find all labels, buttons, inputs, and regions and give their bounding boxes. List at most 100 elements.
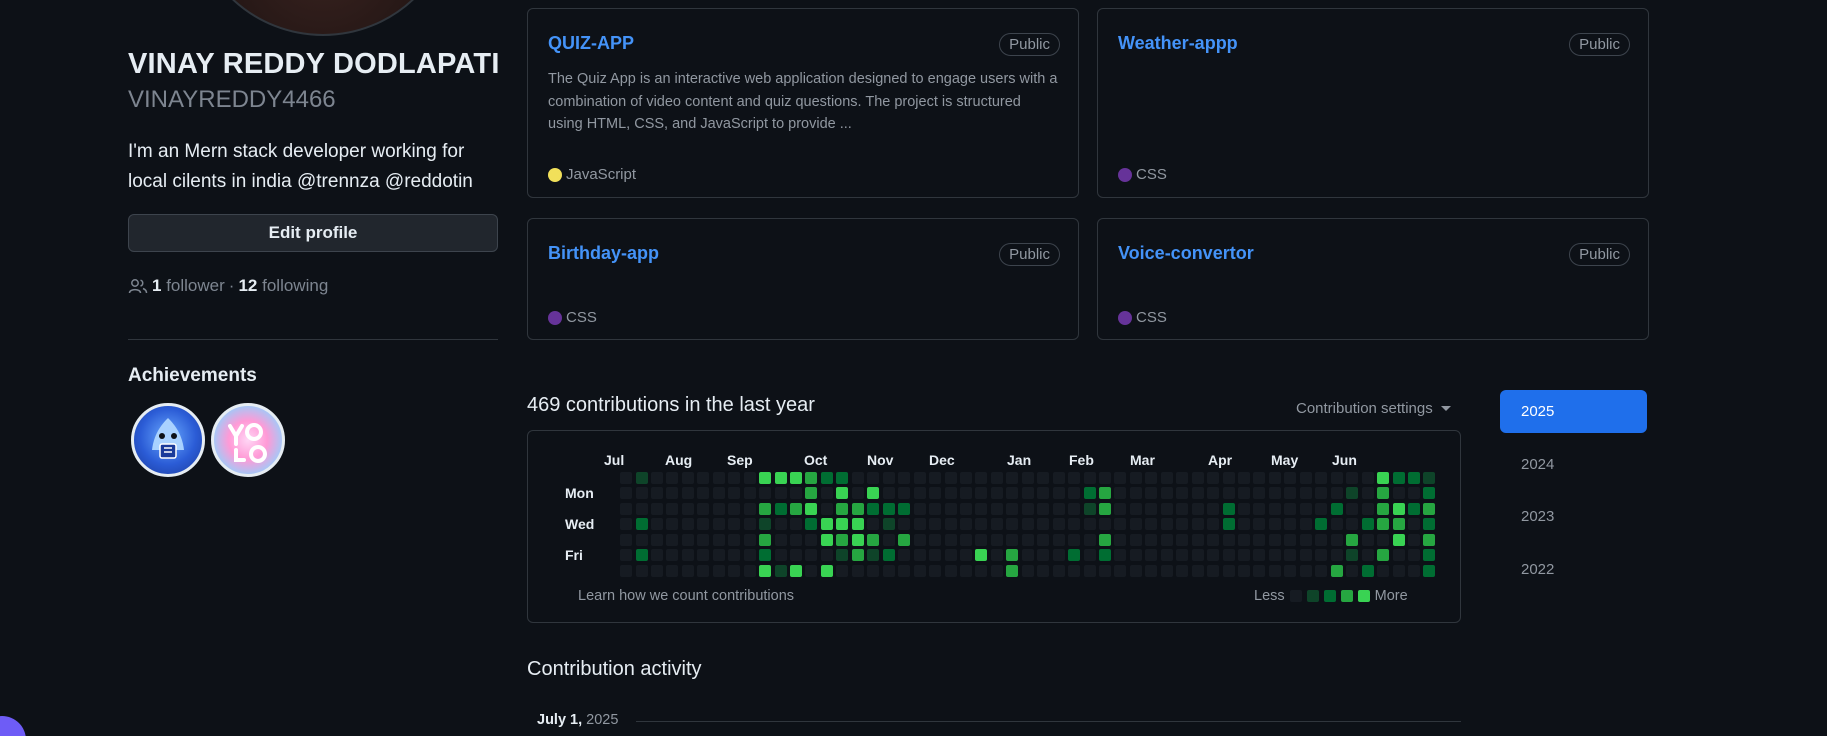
- contribution-day-cell[interactable]: [635, 533, 648, 546]
- contribution-day-cell[interactable]: [1006, 518, 1019, 531]
- contribution-day-cell[interactable]: [975, 472, 988, 484]
- contribution-day-cell[interactable]: [836, 564, 849, 577]
- contribution-day-cell[interactable]: [836, 533, 849, 546]
- contribution-day-cell[interactable]: [882, 518, 895, 531]
- contribution-day-cell[interactable]: [712, 564, 725, 577]
- repo-name-link[interactable]: QUIZ-APP: [548, 33, 634, 54]
- contribution-day-cell[interactable]: [774, 502, 787, 515]
- contribution-day-cell[interactable]: [650, 518, 663, 531]
- contribution-day-cell[interactable]: [851, 472, 864, 484]
- year-button-2023[interactable]: 2023: [1500, 495, 1647, 538]
- contribution-day-cell[interactable]: [805, 502, 818, 515]
- contribution-day-cell[interactable]: [836, 549, 849, 562]
- contribution-day-cell[interactable]: [975, 549, 988, 562]
- contribution-day-cell[interactable]: [712, 472, 725, 484]
- contribution-day-cell[interactable]: [650, 549, 663, 562]
- contribution-day-cell[interactable]: [1160, 487, 1173, 500]
- contribution-day-cell[interactable]: [1284, 472, 1297, 484]
- contribution-day-cell[interactable]: [1006, 549, 1019, 562]
- contribution-day-cell[interactable]: [1145, 549, 1158, 562]
- contribution-day-cell[interactable]: [1052, 564, 1065, 577]
- contribution-day-cell[interactable]: [1377, 549, 1389, 562]
- contribution-day-cell[interactable]: [759, 487, 771, 500]
- contribution-day-cell[interactable]: [1284, 502, 1297, 515]
- contribution-day-cell[interactable]: [1407, 533, 1420, 546]
- contribution-day-cell[interactable]: [929, 533, 941, 546]
- contribution-day-cell[interactable]: [1238, 518, 1250, 531]
- contribution-day-cell[interactable]: [1346, 518, 1359, 531]
- contribution-day-cell[interactable]: [1268, 564, 1281, 577]
- contribution-day-cell[interactable]: [1160, 549, 1173, 562]
- contribution-day-cell[interactable]: [1423, 518, 1436, 531]
- contribution-day-cell[interactable]: [1222, 487, 1235, 500]
- contribution-day-cell[interactable]: [1083, 487, 1096, 500]
- contribution-day-cell[interactable]: [975, 487, 988, 500]
- contribution-day-cell[interactable]: [1377, 533, 1389, 546]
- contribution-day-cell[interactable]: [1315, 472, 1328, 484]
- contribution-day-cell[interactable]: [774, 564, 787, 577]
- contribution-day-cell[interactable]: [1068, 472, 1080, 484]
- contribution-day-cell[interactable]: [681, 502, 694, 515]
- contribution-day-cell[interactable]: [1068, 549, 1080, 562]
- year-button-2024[interactable]: 2024: [1500, 443, 1647, 486]
- contribution-day-cell[interactable]: [851, 502, 864, 515]
- contribution-day-cell[interactable]: [666, 549, 679, 562]
- contribution-day-cell[interactable]: [820, 502, 833, 515]
- contribution-day-cell[interactable]: [774, 518, 787, 531]
- contribution-day-cell[interactable]: [1392, 502, 1405, 515]
- contribution-day-cell[interactable]: [1346, 549, 1359, 562]
- contribution-day-cell[interactable]: [959, 472, 972, 484]
- contribution-day-cell[interactable]: [990, 549, 1003, 562]
- contribution-day-cell[interactable]: [790, 472, 802, 484]
- contribution-day-cell[interactable]: [1052, 502, 1065, 515]
- contribution-day-cell[interactable]: [1284, 549, 1297, 562]
- contribution-day-cell[interactable]: [1377, 487, 1389, 500]
- contribution-day-cell[interactable]: [1099, 502, 1111, 515]
- contribution-day-cell[interactable]: [1207, 472, 1220, 484]
- contribution-day-cell[interactable]: [697, 472, 710, 484]
- contribution-settings-dropdown[interactable]: Contribution settings: [1296, 400, 1451, 417]
- contribution-day-cell[interactable]: [975, 518, 988, 531]
- contribution-day-cell[interactable]: [1423, 564, 1436, 577]
- contribution-day-cell[interactable]: [1083, 472, 1096, 484]
- contribution-day-cell[interactable]: [1006, 502, 1019, 515]
- contribution-day-cell[interactable]: [1330, 502, 1343, 515]
- contribution-day-cell[interactable]: [712, 533, 725, 546]
- contribution-day-cell[interactable]: [1268, 549, 1281, 562]
- contribution-day-cell[interactable]: [1083, 564, 1096, 577]
- contribution-day-cell[interactable]: [1238, 533, 1250, 546]
- contribution-day-cell[interactable]: [1068, 518, 1080, 531]
- contribution-day-cell[interactable]: [959, 549, 972, 562]
- contribution-day-cell[interactable]: [1284, 564, 1297, 577]
- contribution-day-cell[interactable]: [1268, 502, 1281, 515]
- contribution-day-cell[interactable]: [620, 533, 632, 546]
- contribution-day-cell[interactable]: [759, 518, 771, 531]
- contribution-day-cell[interactable]: [1145, 533, 1158, 546]
- contribution-day-cell[interactable]: [1114, 549, 1127, 562]
- contribution-day-cell[interactable]: [1407, 502, 1420, 515]
- contribution-day-cell[interactable]: [1299, 533, 1312, 546]
- contribution-day-cell[interactable]: [1129, 487, 1142, 500]
- contribution-day-cell[interactable]: [1037, 518, 1050, 531]
- contribution-day-cell[interactable]: [1068, 487, 1080, 500]
- contribution-day-cell[interactable]: [1006, 487, 1019, 500]
- contribution-day-cell[interactable]: [1114, 564, 1127, 577]
- contribution-day-cell[interactable]: [1021, 472, 1034, 484]
- contribution-day-cell[interactable]: [1222, 472, 1235, 484]
- contribution-day-cell[interactable]: [1284, 518, 1297, 531]
- contribution-day-cell[interactable]: [1346, 564, 1359, 577]
- contribution-day-cell[interactable]: [898, 549, 911, 562]
- contribution-day-cell[interactable]: [975, 564, 988, 577]
- contribution-day-cell[interactable]: [1392, 472, 1405, 484]
- contribution-day-cell[interactable]: [959, 502, 972, 515]
- contribution-day-cell[interactable]: [1392, 549, 1405, 562]
- contribution-day-cell[interactable]: [759, 564, 771, 577]
- contribution-day-cell[interactable]: [1222, 502, 1235, 515]
- contribution-day-cell[interactable]: [851, 518, 864, 531]
- contribution-day-cell[interactable]: [990, 518, 1003, 531]
- contribution-day-cell[interactable]: [1191, 472, 1204, 484]
- contribution-day-cell[interactable]: [635, 564, 648, 577]
- contribution-day-cell[interactable]: [681, 533, 694, 546]
- contribution-day-cell[interactable]: [1160, 564, 1173, 577]
- contribution-day-cell[interactable]: [944, 518, 957, 531]
